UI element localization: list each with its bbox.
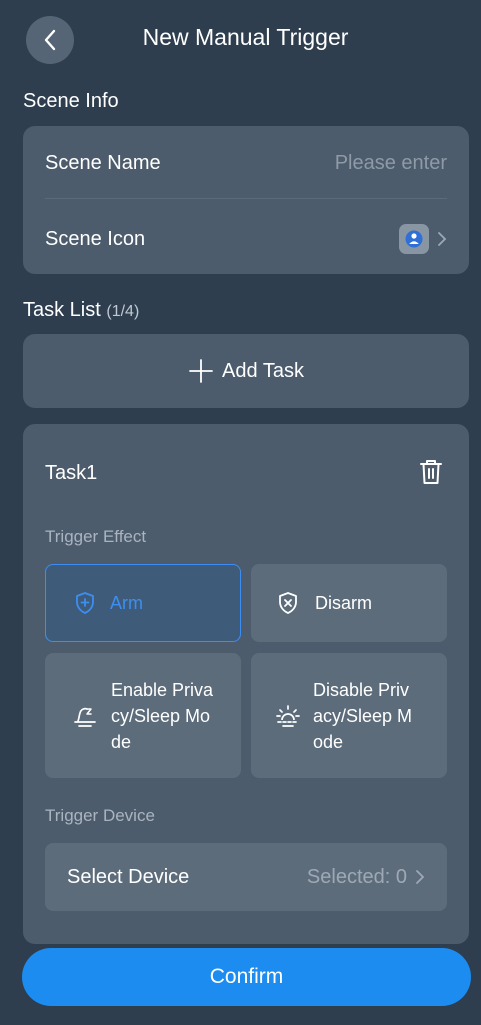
scene-name-input[interactable]: Please enter [335, 152, 447, 175]
divider [45, 198, 447, 199]
chevron-right-icon [415, 869, 425, 885]
label-line: de [111, 731, 132, 752]
disarm-option[interactable]: Disarm [251, 564, 447, 642]
trigger-device-label: Trigger Device [45, 806, 155, 825]
sun-rise-icon [276, 704, 300, 727]
task-count: (1/4) [106, 303, 140, 320]
scene-name-row[interactable]: Scene Name Please enter [45, 144, 447, 182]
manual-trigger-screen: New Manual Trigger Scene Info Scene Name… [0, 0, 481, 1025]
bell-sleep-icon [74, 707, 96, 727]
selected-count: Selected: 0 [306, 865, 407, 888]
scene-info-card: Scene Name Please enter Scene Icon [23, 126, 469, 274]
task-list-label: Task List [23, 299, 101, 321]
arm-option[interactable]: Arm [45, 564, 241, 642]
plus-icon [189, 359, 213, 383]
scene-name-label: Scene Name [45, 151, 161, 174]
page-title: New Manual Trigger [142, 24, 349, 50]
label-line: Enable Priva [111, 679, 214, 700]
add-task-button[interactable]: Add Task [23, 334, 469, 408]
scene-icon-label: Scene Icon [45, 227, 146, 250]
label-line: ode [313, 731, 344, 752]
enable-privacy-sleep-label: Enable Priva cy/Sleep Mo de [111, 677, 213, 755]
scene-icon-preview [399, 224, 429, 254]
enable-privacy-sleep-option[interactable]: Enable Priva cy/Sleep Mo de [45, 653, 241, 778]
task-title: Task1 [45, 462, 98, 484]
shield-plus-icon [76, 592, 94, 614]
shield-x-icon [279, 592, 297, 614]
trash-icon[interactable] [419, 458, 443, 486]
add-task-label: Add Task [222, 359, 304, 382]
label-line: cy/Sleep Mo [111, 705, 211, 726]
disable-privacy-sleep-option[interactable]: Disable Priv acy/Sleep M ode [251, 653, 447, 778]
label-line: acy/Sleep M [313, 705, 413, 726]
arm-label: Arm [110, 593, 143, 613]
label-line: Disable Priv [313, 679, 410, 700]
chevron-right-icon [437, 231, 447, 247]
disable-privacy-sleep-label: Disable Priv acy/Sleep M ode [313, 677, 412, 755]
scene-info-section-label: Scene Info [23, 90, 119, 112]
task-list-section-label: Task List (1/4) [23, 299, 139, 322]
disarm-label: Disarm [315, 593, 372, 613]
task-card: Task1 Trigger Effect Arm Disarm Enable P… [23, 424, 469, 944]
header: New Manual Trigger [0, 0, 481, 80]
select-device-label: Select Device [67, 865, 190, 888]
select-device-row[interactable]: Select Device Selected: 0 [45, 843, 447, 911]
person-icon [405, 230, 423, 248]
trigger-effect-label: Trigger Effect [45, 527, 147, 546]
confirm-button[interactable]: Confirm [22, 948, 471, 1006]
scene-icon-row[interactable]: Scene Icon [45, 220, 447, 258]
